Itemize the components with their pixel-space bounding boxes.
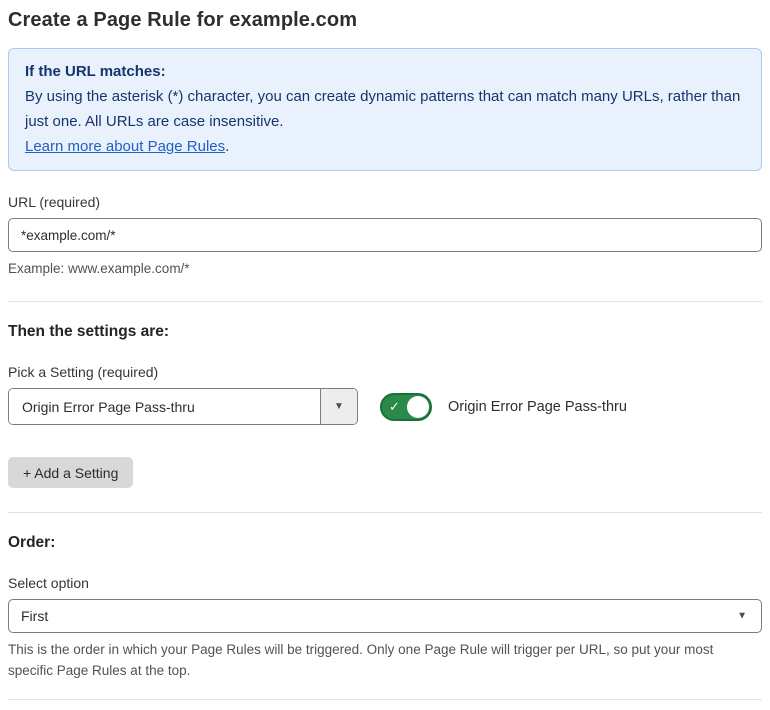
divider [8, 512, 762, 513]
order-select-label: Select option [8, 575, 89, 591]
setting-dropdown[interactable]: Origin Error Page Pass-thru ▼ [8, 388, 358, 425]
chevron-down-icon: ▼ [737, 610, 747, 622]
info-banner-heading: If the URL matches: [25, 63, 166, 80]
settings-section-heading: Then the settings are: [8, 323, 170, 340]
chevron-down-icon: ▼ [334, 401, 344, 412]
order-select[interactable]: First ▼ [8, 599, 762, 633]
link-period: . [225, 138, 230, 155]
page-title: Create a Page Rule for example.com [8, 9, 358, 31]
order-helper-text: This is the order in which your Page Rul… [8, 642, 714, 678]
url-helper-text: Example: www.example.com/* [8, 261, 190, 276]
url-match-info-banner: If the URL matches: By using the asteris… [8, 48, 762, 171]
setting-row: Origin Error Page Pass-thru ▼ ✓ Origin E… [8, 388, 762, 425]
setting-toggle-label: Origin Error Page Pass-thru [448, 398, 627, 415]
setting-dropdown-value: Origin Error Page Pass-thru [9, 389, 320, 424]
order-section-heading: Order: [8, 534, 56, 551]
divider [8, 699, 762, 700]
url-input[interactable] [8, 218, 762, 252]
setting-dropdown-arrow-button[interactable]: ▼ [320, 389, 357, 424]
setting-toggle[interactable]: ✓ [380, 392, 432, 421]
learn-more-link[interactable]: Learn more about Page Rules [25, 138, 225, 155]
url-field-label: URL (required) [8, 194, 101, 210]
divider [8, 301, 762, 302]
toggle-knob [407, 395, 429, 418]
info-banner-body: By using the asterisk (*) character, you… [25, 88, 741, 130]
setting-picker-label: Pick a Setting (required) [8, 364, 159, 380]
check-icon: ✓ [389, 399, 400, 414]
info-banner-link-row: Learn more about Page Rules. [25, 134, 745, 159]
add-setting-button[interactable]: + Add a Setting [8, 457, 134, 488]
order-select-value: First [21, 608, 49, 624]
